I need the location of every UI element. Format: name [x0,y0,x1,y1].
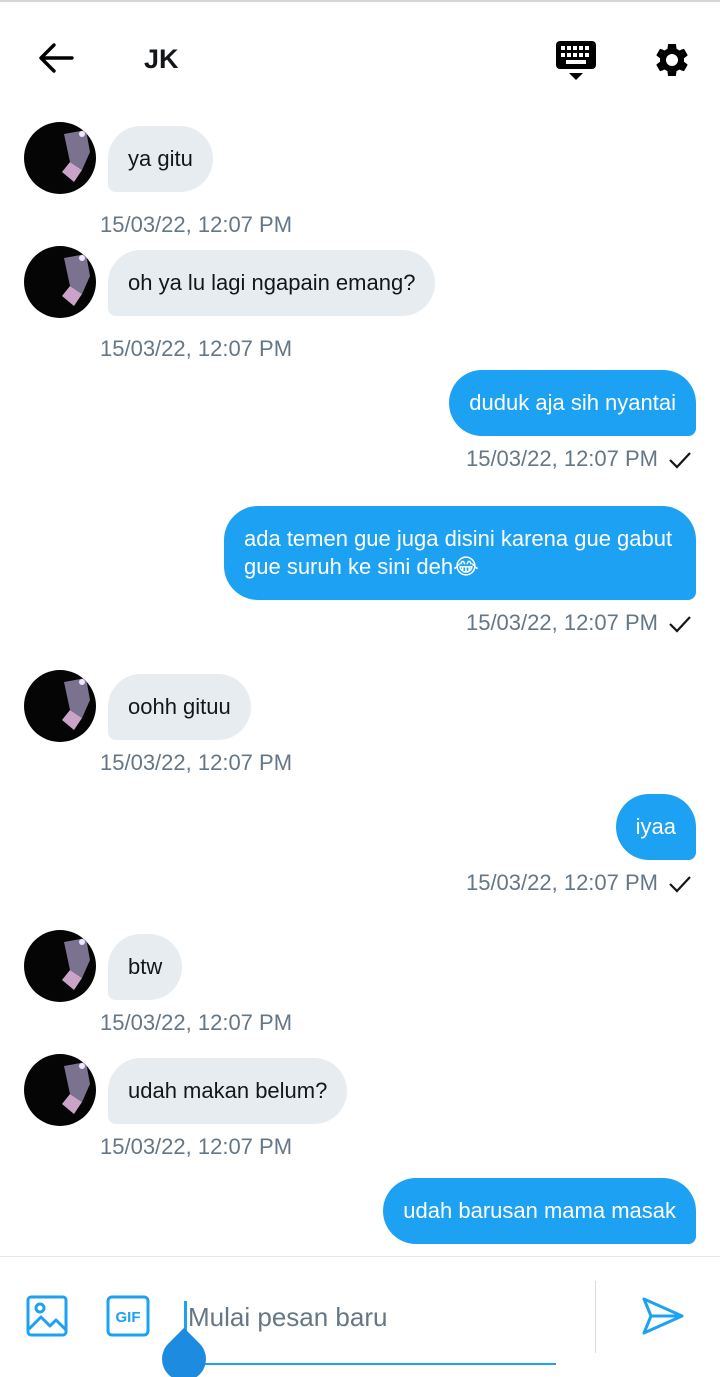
avatar-image [62,938,90,990]
message-list[interactable]: ya gitu 15/03/22, 12:07 PM oh ya lu lagi… [0,114,720,1256]
message-bubble[interactable]: btw [108,934,183,1000]
arrow-left-icon [39,43,74,73]
gif-icon: GIF [106,1295,150,1337]
avatar-image [62,130,90,182]
avatar[interactable] [24,122,96,194]
message-bubble[interactable]: oohh gituu [108,674,251,740]
keyboard-button[interactable] [550,34,602,86]
input-underline [184,1363,556,1365]
avatar-image [62,1062,90,1114]
avatar-image [62,678,90,730]
send-button[interactable] [638,1291,688,1341]
avatar[interactable] [24,930,96,1002]
avatar-image [62,254,90,306]
chat-header: JK [0,2,720,114]
check-icon [669,876,691,893]
back-button[interactable] [30,32,82,84]
gear-icon [656,43,688,76]
message-bubble[interactable]: oh ya lu lagi ngapain emang? [108,250,436,316]
add-image-button[interactable] [24,1293,70,1339]
settings-button[interactable] [646,34,698,86]
keyboard-icon [556,41,596,80]
send-icon [642,1297,684,1335]
message-input[interactable] [188,1299,556,1335]
message-timestamp: 15/03/22, 12:07 PM [465,446,658,471]
composer-divider [595,1281,596,1353]
gif-label: GIF [116,1309,141,1326]
message-timestamp: 15/03/22, 12:07 PM [100,1010,293,1035]
avatar[interactable] [24,1054,96,1126]
cursor-handle[interactable] [152,1327,216,1377]
message-bubble[interactable]: ya gitu [108,126,213,192]
avatar[interactable] [24,246,96,318]
message-bubble[interactable]: ada temen gue juga disini karena gue gab… [224,506,696,600]
add-gif-button[interactable]: GIF [104,1293,152,1339]
message-timestamp: 15/03/22, 12:07 PM [100,750,293,775]
message-bubble[interactable]: udah makan belum? [108,1058,348,1124]
message-timestamp: 15/03/22, 12:07 PM [100,336,293,361]
check-icon [669,616,691,633]
message-composer: GIF [0,1256,720,1377]
message-timestamp: 15/03/22, 12:07 PM [100,1134,293,1159]
message-timestamp: 15/03/22, 12:07 PM [100,212,293,237]
message-bubble[interactable]: udah barusan mama masak [383,1178,696,1244]
message-timestamp: 15/03/22, 12:07 PM [465,870,658,895]
conversation-title: JK [144,44,179,74]
check-icon [669,452,691,469]
message-bubble[interactable]: iyaa [615,794,696,860]
message-bubble[interactable]: duduk aja sih nyantai [449,370,696,436]
message-timestamp: 15/03/22, 12:07 PM [465,610,658,635]
avatar[interactable] [24,670,96,742]
image-icon [26,1295,68,1337]
message-input-wrapper [152,1287,556,1377]
